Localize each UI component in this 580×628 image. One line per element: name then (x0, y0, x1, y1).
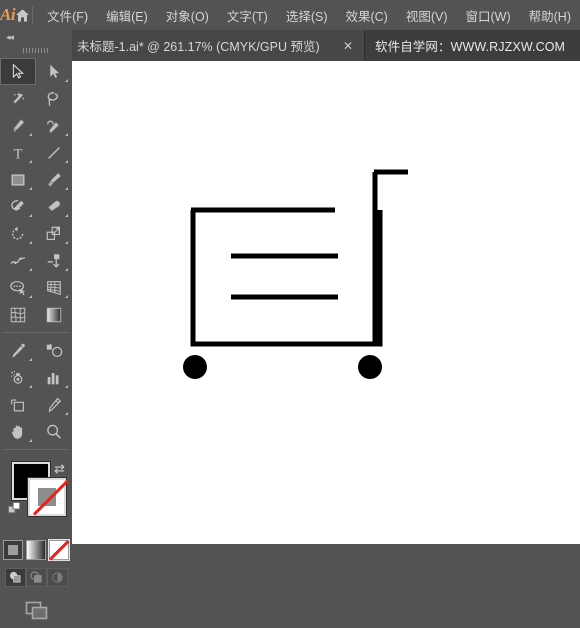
paintbrush-tool[interactable] (36, 166, 72, 193)
tool-flyout-indicator (29, 295, 32, 298)
shaper-tool[interactable] (0, 193, 36, 220)
type-tool[interactable]: T (0, 139, 36, 166)
document-tab-title: 未标题-1.ai* @ 261.17% (CMYK/GPU 预览) (62, 36, 320, 55)
tool-flyout-indicator (65, 160, 68, 163)
lasso-tool[interactable] (36, 85, 72, 112)
tool-flyout-indicator (29, 241, 32, 244)
home-icon[interactable] (15, 0, 30, 30)
width-tool[interactable] (0, 247, 36, 274)
tool-flyout-indicator (65, 214, 68, 217)
tool-grid: T (0, 56, 72, 454)
app-logo: Ai (0, 0, 15, 30)
blend-tool[interactable] (36, 337, 72, 364)
paint-mode-row (0, 540, 72, 560)
menu-file[interactable]: 文件(F) (38, 3, 97, 28)
artboard-tool[interactable] (0, 391, 36, 418)
draw-mode-row (0, 568, 72, 587)
free-transform-tool[interactable] (36, 247, 72, 274)
tool-flyout-indicator (65, 241, 68, 244)
tool-group-divider (4, 332, 68, 333)
svg-text:T: T (14, 146, 23, 162)
collapse-panel-icon[interactable]: ◂◂ (0, 30, 72, 44)
cart-wheel-right[interactable] (358, 355, 382, 379)
curvature-tool[interactable] (36, 112, 72, 139)
slice-tool[interactable] (36, 391, 72, 418)
tool-flyout-indicator (29, 160, 32, 163)
tool-flyout-indicator (65, 79, 68, 82)
tool-flyout-indicator (65, 268, 68, 271)
menu-object[interactable]: 对象(O) (157, 3, 218, 28)
color-swatches: ⇄ (0, 458, 72, 536)
tool-flyout-indicator (29, 133, 32, 136)
scale-tool[interactable] (36, 220, 72, 247)
none-mode-button[interactable] (49, 540, 69, 560)
tool-flyout-indicator (65, 295, 68, 298)
tool-flyout-indicator (29, 268, 32, 271)
default-fill-stroke-icon[interactable] (8, 502, 23, 522)
tool-flyout-indicator (65, 385, 68, 388)
draw-normal-button[interactable] (5, 568, 26, 587)
tool-flyout-indicator (65, 187, 68, 190)
menu-effect[interactable]: 效果(C) (336, 3, 396, 28)
screen-mode-row (0, 599, 72, 628)
tool-flyout-indicator (29, 187, 32, 190)
direct-selection-tool[interactable] (36, 58, 72, 85)
pen-tool[interactable] (0, 112, 36, 139)
rotate-tool[interactable] (0, 220, 36, 247)
zoom-tool[interactable] (36, 418, 72, 445)
menu-item-list: 文件(F) 编辑(E) 对象(O) 文字(T) 选择(S) 效果(C) 视图(V… (38, 3, 580, 28)
menu-help[interactable]: 帮助(H) (520, 3, 580, 28)
draw-behind-button[interactable] (26, 568, 47, 587)
menu-type[interactable]: 文字(T) (218, 3, 277, 28)
gradient-mode-button[interactable] (26, 540, 46, 560)
rectangle-tool[interactable] (0, 166, 36, 193)
menu-bar: Ai 文件(F) 编辑(E) 对象(O) 文字(T) 选择(S) 效果(C) 视… (0, 0, 580, 30)
panel-drag-handle[interactable] (0, 44, 72, 56)
swap-fill-stroke-icon[interactable]: ⇄ (54, 461, 65, 477)
tool-flyout-indicator (29, 439, 32, 442)
menu-select[interactable]: 选择(S) (277, 3, 337, 28)
watermark-text: 软件自学网：WWW.RJZXW.COM (375, 30, 565, 61)
symbol-sprayer-tool[interactable] (0, 364, 36, 391)
stroke-swatch[interactable] (28, 478, 66, 516)
menu-window[interactable]: 窗口(W) (457, 3, 520, 28)
tool-flyout-indicator (29, 214, 32, 217)
eraser-tool[interactable] (36, 193, 72, 220)
document-tab-bar: 未标题-1.ai* @ 261.17% (CMYK/GPU 预览) ✕ 软件自学… (0, 30, 580, 61)
tools-panel: ◂◂ (0, 30, 72, 544)
change-screen-mode-button[interactable] (21, 599, 51, 628)
menu-view[interactable]: 视图(V) (397, 3, 457, 28)
cart-body-outline (193, 210, 380, 344)
canvas-document-area[interactable] (72, 61, 580, 544)
tool-flyout-indicator (65, 133, 68, 136)
hand-tool[interactable] (0, 418, 36, 445)
color-mode-button[interactable] (3, 540, 23, 560)
eyedropper-tool[interactable] (0, 337, 36, 364)
shape-builder-tool[interactable] (0, 274, 36, 301)
tool-flyout-indicator (65, 412, 68, 415)
tool-flyout-indicator (29, 358, 32, 361)
gradient-tool[interactable] (36, 301, 72, 328)
selection-tool[interactable] (0, 58, 36, 85)
line-segment-tool[interactable] (36, 139, 72, 166)
mesh-tool[interactable] (0, 301, 36, 328)
menu-edit[interactable]: 编辑(E) (97, 3, 157, 28)
column-graph-tool[interactable] (36, 364, 72, 391)
close-icon[interactable]: ✕ (343, 30, 353, 61)
magic-wand-tool[interactable] (0, 85, 36, 112)
perspective-grid-tool[interactable] (36, 274, 72, 301)
shopping-cart-drawing[interactable] (72, 61, 580, 544)
cart-wheel-left[interactable] (183, 355, 207, 379)
tool-group-divider-2 (4, 449, 68, 450)
document-tab[interactable]: 未标题-1.ai* @ 261.17% (CMYK/GPU 预览) ✕ (62, 30, 365, 61)
illustrator-window: Ai 文件(F) 编辑(E) 对象(O) 文字(T) 选择(S) 效果(C) 视… (0, 0, 580, 544)
draw-inside-button[interactable] (47, 568, 68, 587)
tool-flyout-indicator (29, 385, 32, 388)
